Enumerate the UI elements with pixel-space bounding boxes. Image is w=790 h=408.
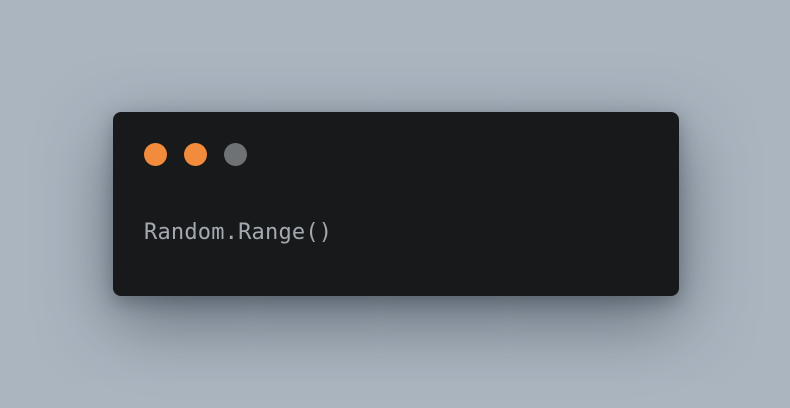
close-dot[interactable] xyxy=(144,143,167,166)
code-snippet: Random.Range() xyxy=(144,220,333,245)
code-window: Random.Range() xyxy=(113,112,679,296)
maximize-dot[interactable] xyxy=(224,143,247,166)
window-controls xyxy=(144,143,247,166)
minimize-dot[interactable] xyxy=(184,143,207,166)
